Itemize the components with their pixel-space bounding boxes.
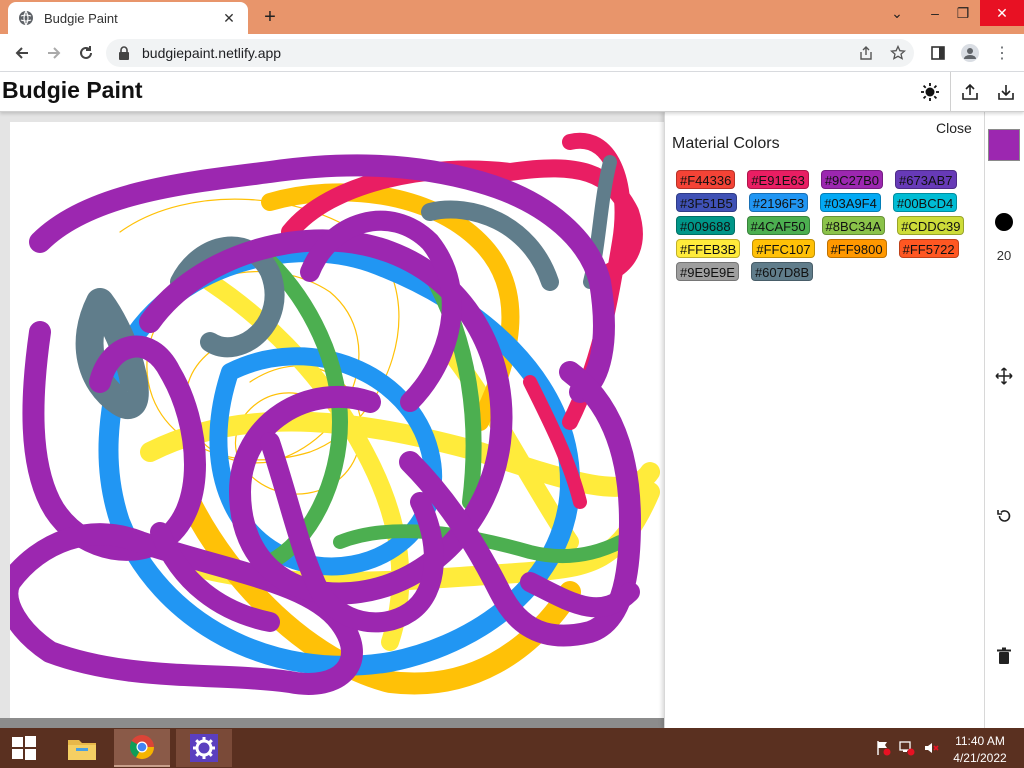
- app-title: Budgie Paint: [2, 77, 143, 103]
- move-icon[interactable]: [992, 364, 1016, 388]
- share-upload-icon[interactable]: [958, 80, 982, 104]
- canvas-bottom-bar: [0, 718, 664, 728]
- chrome-icon[interactable]: [114, 729, 170, 767]
- download-icon[interactable]: [994, 80, 1018, 104]
- drawing-strokes: [10, 132, 660, 695]
- swatch-row: #009688 #4CAF50 #8BC34A #CDDC39: [676, 216, 976, 239]
- swatch-row: #FFEB3B #FFC107 #FF9800 #FF5722: [676, 239, 976, 262]
- window-close-icon[interactable]: ✕: [980, 0, 1024, 26]
- drawing-canvas[interactable]: [10, 122, 664, 720]
- url-field[interactable]: budgiepaint.netlify.app: [106, 39, 914, 67]
- browser-tab[interactable]: Budgie Paint ✕: [8, 2, 248, 34]
- clock-date[interactable]: 4/21/2022: [950, 751, 1010, 765]
- header-divider: [950, 72, 951, 112]
- undo-icon[interactable]: [992, 504, 1016, 528]
- flag-icon[interactable]: [874, 740, 892, 756]
- panel-title: Material Colors: [672, 135, 780, 152]
- swatch-row: #9E9E9E #607D8B: [676, 262, 976, 285]
- color-swatch[interactable]: #673AB7: [895, 170, 957, 189]
- restore-icon[interactable]: ❐: [946, 0, 980, 26]
- color-swatch[interactable]: #03A9F4: [820, 193, 881, 212]
- color-swatch-grid: #F44336 #E91E63 #9C27B0 #673AB7 #3F51B5 #2196…: [676, 170, 976, 285]
- color-swatch[interactable]: #CDDC39: [897, 216, 965, 235]
- windows-start-icon[interactable]: [0, 729, 48, 767]
- color-swatch[interactable]: #4CAF50: [746, 216, 810, 235]
- color-swatch[interactable]: #9C27B0: [820, 170, 884, 189]
- color-swatch[interactable]: #607D8B: [750, 262, 814, 281]
- network-icon[interactable]: [898, 740, 916, 756]
- globe-icon: [18, 10, 34, 26]
- clock-time[interactable]: 11:40 AM: [950, 734, 1010, 748]
- theme-sun-icon[interactable]: [918, 80, 942, 104]
- reload-icon[interactable]: [74, 42, 98, 64]
- app-header: [0, 72, 1024, 112]
- volume-muted-icon[interactable]: [922, 740, 940, 756]
- tab-title: Budgie Paint: [44, 10, 118, 26]
- bookmark-star-icon[interactable]: [888, 43, 908, 63]
- color-swatch[interactable]: #FF9800: [826, 239, 887, 258]
- panel-close-button[interactable]: Close: [936, 120, 972, 136]
- tool-sidebar: [984, 112, 1024, 728]
- color-swatch[interactable]: #FFC107: [752, 239, 815, 258]
- color-swatch[interactable]: #9E9E9E: [676, 262, 739, 281]
- new-tab-button[interactable]: +: [258, 6, 282, 28]
- settings-icon[interactable]: [176, 729, 232, 767]
- trash-icon[interactable]: [992, 644, 1016, 668]
- profile-avatar[interactable]: [960, 43, 980, 63]
- brush-size-dot-icon[interactable]: [995, 213, 1013, 231]
- back-icon[interactable]: [10, 42, 34, 64]
- side-panel-icon[interactable]: [928, 43, 948, 63]
- color-swatch[interactable]: #009688: [676, 216, 735, 235]
- color-swatch[interactable]: #3F51B5: [676, 193, 737, 212]
- share-icon[interactable]: [856, 43, 876, 63]
- file-explorer-icon[interactable]: [54, 729, 110, 767]
- swatch-row: #3F51B5 #2196F3 #03A9F4 #00BCD4: [676, 193, 976, 216]
- color-swatch[interactable]: #FFEB3B: [676, 239, 741, 258]
- color-swatch[interactable]: #E91E63: [747, 170, 809, 189]
- lock-icon: [118, 46, 132, 60]
- color-swatch[interactable]: #F44336: [676, 170, 736, 189]
- color-swatch[interactable]: #8BC34A: [821, 216, 886, 235]
- color-swatch[interactable]: #FF5722: [898, 239, 959, 258]
- brush-size-value: 20: [996, 248, 1012, 263]
- url-text: budgiepaint.netlify.app: [142, 45, 282, 61]
- color-swatch[interactable]: #2196F3: [748, 193, 809, 212]
- forward-icon[interactable]: [42, 42, 66, 64]
- current-color-swatch[interactable]: [988, 129, 1020, 161]
- tab-search-icon[interactable]: ⌄: [880, 0, 914, 26]
- close-tab-icon[interactable]: ✕: [220, 9, 238, 27]
- more-menu-icon[interactable]: ⋮: [992, 43, 1012, 63]
- color-swatch[interactable]: #00BCD4: [892, 193, 958, 212]
- swatch-row: #F44336 #E91E63 #9C27B0 #673AB7: [676, 170, 976, 193]
